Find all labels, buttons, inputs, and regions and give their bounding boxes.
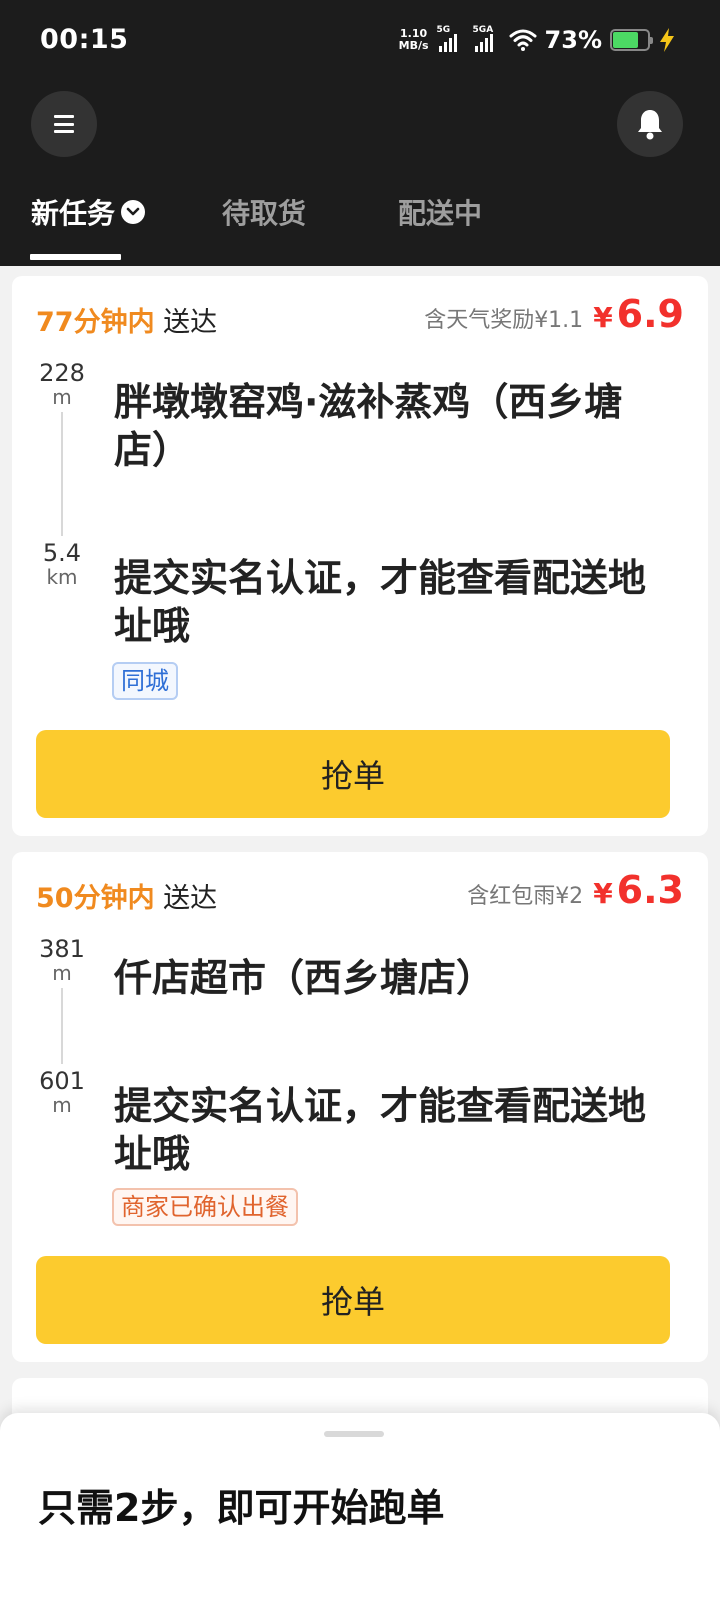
- pickup-distance: 228 m: [32, 360, 92, 408]
- delivery-distance: 5.4 km: [32, 540, 92, 588]
- delivery-distance-unit: m: [52, 1093, 72, 1117]
- active-tab-indicator: [30, 254, 121, 260]
- network-speed: 1.10 MB/s: [399, 28, 429, 52]
- delivery-distance: 601 m: [32, 1068, 92, 1116]
- price-bonus: 含天气奖励¥1.1: [424, 308, 584, 333]
- network-speed-unit: MB/s: [398, 39, 429, 52]
- price-amount: 6.3: [616, 868, 684, 912]
- delivery-time: 50分钟内 送达: [36, 876, 217, 915]
- sheet-drag-handle[interactable]: [324, 1431, 384, 1437]
- delivery-time: 77分钟内 送达: [36, 300, 217, 339]
- tab-new-tasks-label: 新任务: [31, 197, 116, 230]
- pickup-distance-value: 381: [39, 935, 85, 963]
- delivery-distance-unit: km: [46, 565, 78, 589]
- hamburger-menu-icon: [54, 115, 74, 133]
- pickup-store-name: 仟店超市（西乡塘店）: [114, 956, 495, 1000]
- tab-pending-pickup-label: 待取货: [222, 197, 307, 230]
- signal-sim1-icon: 5G: [437, 26, 465, 54]
- pickup-distance: 381 m: [32, 936, 92, 984]
- notification-button[interactable]: [617, 91, 683, 157]
- delivery-time-limit: 50分钟内: [36, 883, 155, 914]
- tab-delivering[interactable]: 配送中: [398, 192, 482, 232]
- order-tag: 同城: [112, 662, 178, 700]
- price-bonus: 含红包雨¥2: [467, 884, 584, 909]
- delivery-label: 送达: [163, 307, 218, 338]
- grab-order-button[interactable]: 抢单: [36, 730, 670, 818]
- sheet-title: 只需2步，即可开始跑单: [38, 1486, 445, 1530]
- battery-icon: [610, 29, 653, 51]
- delivery-label: 送达: [163, 883, 218, 914]
- status-bar: 00:15 1.10 MB/s 5G 5GA 73%: [0, 0, 720, 80]
- order-card[interactable]: 50分钟内 送达 含红包雨¥2 ¥ 6.3 381 m 仟店超市（西乡塘店） 6…: [12, 852, 708, 1362]
- delivery-time-limit: 77分钟内: [36, 307, 155, 338]
- battery-percent: 73%: [544, 26, 602, 54]
- tab-delivering-label: 配送中: [398, 197, 483, 230]
- currency-symbol: ¥: [593, 877, 613, 910]
- pickup-store-name: 胖墩墩窑鸡·滋补蒸鸡（西乡塘店）: [114, 380, 623, 472]
- order-tag: 商家已确认出餐: [112, 1188, 298, 1226]
- status-time: 00:15: [40, 24, 129, 55]
- tab-new-tasks[interactable]: 新任务: [31, 192, 146, 232]
- order-price: 含天气奖励¥1.1 ¥ 6.9: [424, 292, 684, 336]
- delivery-address: 提交实名认证，才能查看配送地址哦: [114, 1084, 647, 1176]
- charging-icon: [660, 28, 674, 52]
- order-price: 含红包雨¥2 ¥ 6.3: [467, 868, 684, 912]
- tab-pending-pickup[interactable]: 待取货: [222, 192, 306, 232]
- onboarding-bottom-sheet[interactable]: 只需2步，即可开始跑单: [0, 1413, 720, 1600]
- order-tabs: 新任务 待取货 配送中: [0, 180, 720, 266]
- status-icons: 1.10 MB/s 5G 5GA 73%: [399, 24, 676, 56]
- app-header: 00:15 1.10 MB/s 5G 5GA 73% 新任务 待取货 配送中: [0, 0, 720, 266]
- wifi-icon: [509, 29, 537, 51]
- price-amount: 6.9: [616, 292, 684, 336]
- signal-sim2-icon: 5GA: [473, 26, 501, 54]
- battery-fill: [613, 32, 638, 48]
- pickup-distance-unit: m: [52, 961, 72, 985]
- delivery-address: 提交实名认证，才能查看配送地址哦: [114, 556, 647, 648]
- route-line: [61, 988, 63, 1064]
- delivery-distance-value: 601: [39, 1067, 85, 1095]
- bell-icon: [638, 110, 662, 140]
- chevron-down-icon: [121, 200, 146, 224]
- pickup-distance-unit: m: [52, 385, 72, 409]
- menu-button[interactable]: [31, 91, 97, 157]
- delivery-distance-value: 5.4: [42, 539, 82, 567]
- pickup-distance-value: 228: [39, 359, 85, 387]
- grab-order-button[interactable]: 抢单: [36, 1256, 670, 1344]
- currency-symbol: ¥: [593, 301, 613, 334]
- order-card[interactable]: 77分钟内 送达 含天气奖励¥1.1 ¥ 6.9 228 m 胖墩墩窑鸡·滋补蒸…: [12, 276, 708, 836]
- route-line: [61, 412, 63, 536]
